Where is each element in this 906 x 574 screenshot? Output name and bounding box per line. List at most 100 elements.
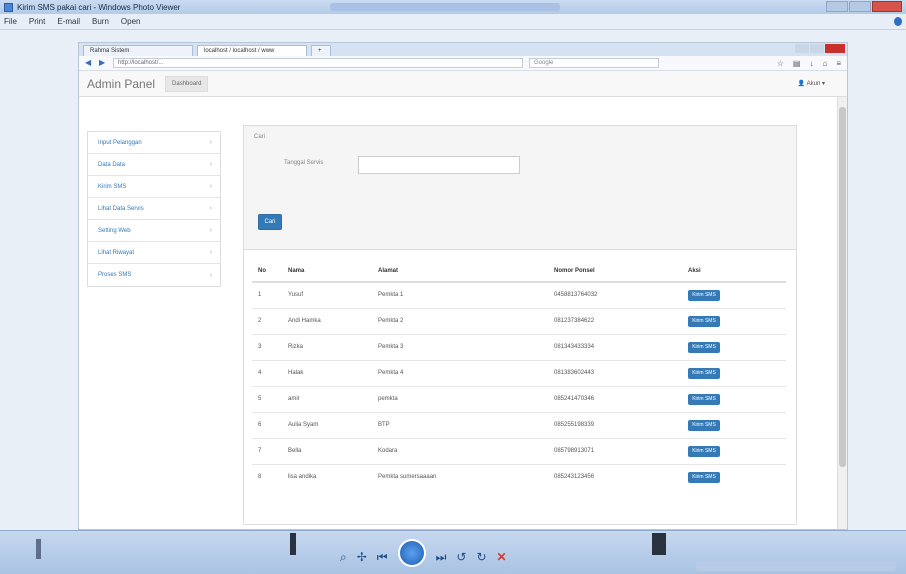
address-bar[interactable]: http://localhost/...	[113, 58, 523, 68]
cell-ponsel: 0458813764032	[548, 281, 682, 308]
table-row: 7 Bella Kodara 085798913071 Kirim SMS	[252, 437, 786, 464]
browser-window-controls	[795, 44, 845, 53]
cell-alamat: Pemkta 1	[372, 281, 548, 308]
menu-icon[interactable]: ≡	[836, 59, 841, 68]
kirim-sms-button[interactable]: Kirim SMS	[688, 341, 720, 353]
zoom-icon[interactable]: ⌕	[340, 550, 347, 565]
sidebar-item-lihat-riwayat[interactable]: Lihat Riwayat ›	[88, 242, 220, 264]
cell-nama: Rizka	[282, 333, 372, 360]
kirim-sms-button[interactable]: Kirim SMS	[688, 471, 720, 483]
col-header-alamat: Alamat	[372, 260, 548, 283]
sidebar-item-proses-sms[interactable]: Proses SMS ›	[88, 264, 220, 286]
sidebar-item-label: Input Pelanggan	[98, 139, 142, 146]
scrollbar-thumb[interactable]	[839, 107, 846, 467]
previous-icon[interactable]: ⏮	[377, 550, 388, 565]
cell-aksi: Kirim SMS	[682, 411, 786, 438]
kirim-sms-button[interactable]: Kirim SMS	[688, 445, 720, 457]
cell-nama: Andi Hamka	[282, 307, 372, 334]
maximize-button[interactable]	[849, 1, 871, 12]
sidebar-item-label: Proses SMS	[98, 272, 132, 278]
delete-icon[interactable]: ✕	[497, 550, 507, 564]
help-icon[interactable]	[894, 17, 902, 26]
cell-aksi: Kirim SMS	[682, 359, 786, 386]
close-button[interactable]	[872, 1, 902, 12]
menu-file[interactable]: File	[4, 17, 17, 26]
minimize-button[interactable]	[826, 1, 848, 12]
kirim-sms-button[interactable]: Kirim SMS	[688, 419, 720, 431]
next-icon[interactable]: ⏭	[436, 550, 447, 565]
browser-minimize[interactable]	[795, 44, 809, 53]
bookmark-star-icon[interactable]: ☆	[777, 59, 784, 68]
col-header-aksi: Aksi	[682, 260, 786, 283]
sidebar-item-input-pelanggan[interactable]: Input Pelanggan ›	[88, 132, 220, 154]
browser-tab-strip: Rahma Sistem localhost / localhost / www…	[79, 43, 847, 56]
cell-aksi: Kirim SMS	[682, 385, 786, 412]
left-edge-marker	[36, 539, 41, 559]
cell-aksi: Kirim SMS	[682, 307, 786, 334]
browser-tab-2[interactable]: localhost / localhost / www	[197, 45, 307, 56]
table-row: 8 lisa andika Pemkta sumersaaaan 0852431…	[252, 463, 786, 490]
sidebar-item-data[interactable]: Data Data ›	[88, 154, 220, 176]
col-header-no: No	[252, 260, 282, 283]
sidebar-item-setting-web[interactable]: Setting Web ›	[88, 220, 220, 242]
menu-print[interactable]: Print	[29, 17, 45, 26]
kirim-sms-button[interactable]: Kirim SMS	[688, 289, 720, 301]
actual-size-icon[interactable]: ✢	[357, 550, 367, 564]
sidebar-item-kirim-sms[interactable]: Kirim SMS ›	[88, 176, 220, 198]
cell-aksi: Kirim SMS	[682, 281, 786, 308]
cell-nama: Halak	[282, 359, 372, 386]
page-scrollbar[interactable]	[837, 97, 847, 529]
cell-nama: Aulia Syam	[282, 411, 372, 438]
cell-no: 6	[252, 411, 282, 438]
chevron-right-icon: ›	[209, 271, 212, 279]
cell-alamat: Kodara	[372, 437, 548, 464]
photo-viewer-menu: File Print E-mail Burn Open	[0, 14, 906, 30]
cell-nama: amir	[282, 385, 372, 412]
photo-viewer-controls: ⌕ ✢ ⏮ ⏭ ↺ ↻ ✕	[0, 530, 906, 574]
kirim-sms-button[interactable]: Kirim SMS	[688, 367, 720, 379]
monitor-bezel-right	[652, 533, 666, 555]
browser-tab-1[interactable]: Rahma Sistem	[83, 45, 193, 56]
cell-aksi: Kirim SMS	[682, 437, 786, 464]
cell-alamat: Pemkta 3	[372, 333, 548, 360]
rotate-right-icon[interactable]: ↻	[476, 550, 486, 564]
admin-brand[interactable]: Admin Panel	[87, 77, 155, 91]
cell-no: 2	[252, 307, 282, 334]
table-row: 3 Rizka Pemkta 3 081343433334 Kirim SMS	[252, 333, 786, 360]
filter-heading: Cari	[254, 134, 266, 140]
kirim-sms-button[interactable]: Kirim SMS	[688, 315, 720, 327]
browser-close[interactable]	[825, 44, 845, 53]
user-menu[interactable]: 👤 Akun ▾	[798, 80, 825, 87]
reading-list-icon[interactable]: ▤	[793, 59, 801, 68]
cell-no: 3	[252, 333, 282, 360]
slideshow-button[interactable]	[397, 539, 426, 567]
table-row: 6 Aulia Syam BTP 085255198339 Kirim SMS	[252, 411, 786, 438]
browser-maximize[interactable]	[810, 44, 824, 53]
kirim-sms-button[interactable]: Kirim SMS	[688, 393, 720, 405]
col-header-nomor-ponsel: Nomor Ponsel	[548, 260, 682, 283]
rotate-left-icon[interactable]: ↺	[456, 550, 466, 564]
download-icon[interactable]: ↓	[809, 59, 813, 68]
cell-ponsel: 081343433334	[548, 333, 682, 360]
new-tab-button[interactable]: +	[311, 45, 331, 56]
sidebar-item-lihat-data-servis[interactable]: Lihat Data Servis ›	[88, 198, 220, 220]
cell-alamat: pemkta	[372, 385, 548, 412]
dashboard-tab[interactable]: Dashboard	[165, 75, 209, 92]
back-arrow-icon[interactable]: ◀	[85, 59, 93, 67]
home-icon[interactable]: ⌂	[822, 59, 827, 68]
browser-search-field[interactable]: Google	[529, 58, 659, 68]
tanggal-servis-input[interactable]	[358, 156, 520, 174]
table-row: 4 Halak Pemkta 4 081383602443 Kirim SMS	[252, 359, 786, 386]
system-tray-blur	[696, 561, 896, 571]
tanggal-servis-label: Tanggal Servis	[284, 160, 324, 166]
menu-burn[interactable]: Burn	[92, 17, 109, 26]
menu-email[interactable]: E-mail	[57, 17, 80, 26]
menu-open[interactable]: Open	[121, 17, 141, 26]
forward-arrow-icon[interactable]: ▶	[99, 59, 107, 67]
cell-no: 1	[252, 281, 282, 308]
chevron-right-icon: ›	[209, 205, 212, 212]
cari-button[interactable]: Cari	[258, 214, 282, 230]
col-header-nama: Nama	[282, 260, 372, 283]
chevron-right-icon: ›	[209, 249, 212, 256]
browser-toolbar: ◀ ▶ http://localhost/... Google ☆ ▤ ↓ ⌂ …	[79, 56, 847, 71]
